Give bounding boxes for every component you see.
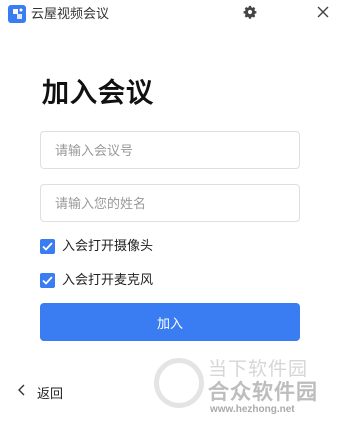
name-input[interactable] — [41, 185, 299, 221]
checkbox-checked-icon — [40, 238, 55, 254]
app-title: 云屋视频会议 — [31, 6, 110, 21]
watermark-logo-icon — [154, 358, 204, 408]
settings-button[interactable] — [238, 3, 262, 25]
close-button[interactable] — [311, 3, 335, 25]
watermark-line2: 合众软件园 — [208, 381, 318, 404]
close-icon — [317, 5, 329, 23]
chevron-left-icon — [18, 383, 25, 401]
join-button[interactable]: 加入 — [40, 303, 300, 341]
meeting-number-input[interactable] — [41, 132, 299, 168]
watermark: 当下软件园 合众软件园 www.hezhong.net — [152, 352, 338, 420]
app-logo-icon — [8, 5, 26, 23]
open-camera-checkbox[interactable]: 入会打开摄像头 — [40, 237, 153, 255]
gear-icon — [243, 5, 257, 24]
back-label: 返回 — [37, 385, 64, 401]
title-bar: 云屋视频会议 — [0, 0, 340, 30]
watermark-url: www.hezhong.net — [210, 404, 295, 415]
open-mic-label: 入会打开麦克风 — [62, 272, 154, 287]
page-title: 加入会议 — [42, 78, 154, 108]
checkbox-checked-icon — [40, 272, 55, 288]
back-button[interactable]: 返回 — [18, 382, 63, 402]
join-button-label: 加入 — [156, 315, 183, 331]
open-camera-label: 入会打开摄像头 — [62, 238, 154, 253]
meeting-number-field — [40, 131, 300, 169]
open-mic-checkbox[interactable]: 入会打开麦克风 — [40, 271, 153, 289]
name-field — [40, 184, 300, 222]
